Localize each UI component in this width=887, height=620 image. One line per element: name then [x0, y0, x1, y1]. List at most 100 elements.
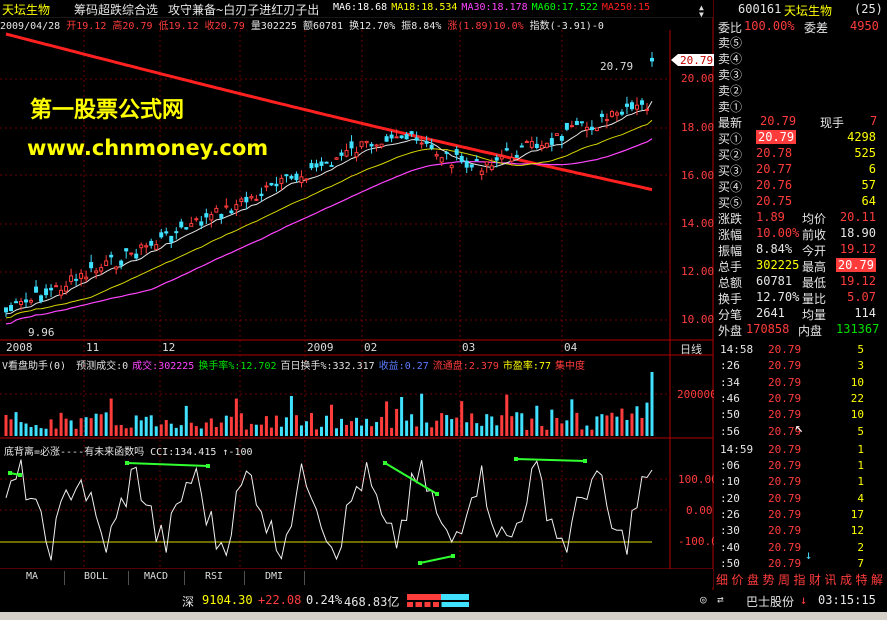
- bid-row[interactable]: 买① 20.79 4298: [716, 130, 882, 146]
- right-tab[interactable]: 价: [732, 571, 744, 588]
- right-tab[interactable]: 讯: [825, 571, 837, 588]
- tick-row: 14:59 20.79 1: [716, 443, 882, 459]
- volume-bar: [520, 413, 524, 436]
- cci-panel-title[interactable]: 底背离=必涨----有未来函数吗: [4, 447, 144, 458]
- volume-bar: [635, 406, 639, 436]
- volume-bar: [355, 417, 359, 436]
- volume-bar: [44, 428, 48, 436]
- right-tab[interactable]: 特: [856, 571, 868, 588]
- right-tab[interactable]: 细: [716, 571, 728, 588]
- right-tab[interactable]: 成: [840, 571, 852, 588]
- tab-macd[interactable]: MACD: [128, 571, 185, 585]
- divergence-point: [206, 464, 210, 468]
- volume-bar: [49, 419, 53, 436]
- index-name[interactable]: 深: [182, 593, 194, 610]
- candle-body: [69, 275, 74, 282]
- volume-bar: [219, 422, 223, 436]
- stat-label: 前收: [802, 228, 827, 242]
- tick-time: 14:59: [720, 442, 754, 456]
- date-axis-unit[interactable]: 日线: [680, 341, 702, 357]
- candle-body: [239, 198, 244, 202]
- bid-row[interactable]: 买③ 20.77 6: [716, 162, 882, 178]
- ask-row[interactable]: 卖①: [716, 98, 882, 114]
- tick-vol: 5: [857, 343, 864, 356]
- candle-body: [494, 157, 499, 161]
- price-axis-label: 16.00: [681, 169, 715, 182]
- ma-legend-item: MA6:18.68: [333, 2, 388, 13]
- bid-row[interactable]: 买⑤ 20.75 64: [716, 194, 882, 210]
- right-tab[interactable]: 解: [871, 571, 883, 588]
- right-tab[interactable]: 势: [763, 571, 775, 588]
- candle-body: [229, 210, 234, 214]
- volume-bar: [390, 427, 394, 436]
- volume-bar: [455, 417, 459, 436]
- candle-body: [539, 145, 544, 149]
- divergence-hidden: [385, 463, 420, 563]
- right-tab[interactable]: 财: [809, 571, 821, 588]
- volume-bar: [475, 423, 479, 436]
- volume-bar: [244, 429, 248, 436]
- right-tab[interactable]: 盘: [747, 571, 759, 588]
- stat-label: 总手: [718, 260, 743, 274]
- candle-body: [599, 113, 604, 117]
- ask-row[interactable]: 卖④: [716, 50, 882, 66]
- stat-label: 今开: [802, 244, 827, 258]
- volume-bar: [249, 423, 253, 436]
- bid-price: 20.78: [756, 146, 793, 160]
- volume-bar: [585, 425, 589, 436]
- volume-panel-title[interactable]: V看盘助手(0): [2, 361, 66, 370]
- volume-bar: [209, 418, 213, 436]
- divergence-point: [18, 473, 22, 477]
- bid-row[interactable]: 买④ 20.76 57: [716, 178, 882, 194]
- tab-ma[interactable]: MA: [0, 571, 65, 585]
- volume-bar: [365, 418, 369, 436]
- candle-body: [39, 295, 44, 302]
- tab-rsi[interactable]: RSI: [184, 571, 245, 585]
- candle-body: [650, 57, 654, 62]
- stat-value: 8.84%: [756, 242, 793, 256]
- status-bar-inner: 深 9104.30 +22.08 0.24% 468.83亿 ◎ ⇄ 巴士股份 …: [0, 590, 887, 612]
- volume-bar: [94, 413, 98, 436]
- ask-row[interactable]: 卖②: [716, 82, 882, 98]
- cci-axis-label: 100.00: [678, 473, 718, 486]
- candle-body: [604, 119, 609, 122]
- volume-bar: [600, 414, 604, 436]
- bid-row[interactable]: 买② 20.78 525: [716, 146, 882, 162]
- candle-body: [154, 244, 159, 250]
- candle-body: [79, 272, 84, 279]
- volume-bar: [420, 393, 424, 436]
- bid-label: 买⑤: [718, 196, 743, 210]
- quote-num: (25): [854, 2, 883, 16]
- tick-price: 20.79: [768, 491, 802, 505]
- ticker-name[interactable]: 巴士股份: [746, 593, 794, 610]
- volume-bar: [179, 425, 183, 436]
- tab-boll[interactable]: BOLL: [64, 571, 129, 585]
- volume-bar: [550, 409, 554, 436]
- right-tab[interactable]: 周: [778, 571, 790, 588]
- volume-panel-item: 预测成交:0: [76, 361, 129, 370]
- last-value: 20.79: [760, 114, 797, 128]
- volume-bar: [114, 425, 118, 436]
- volume-bar: [350, 421, 354, 436]
- candle-body: [534, 143, 539, 149]
- tab-dmi[interactable]: DMI: [244, 571, 305, 585]
- ohlc-amount: 额60781: [302, 21, 344, 30]
- tick-vol: 2: [857, 540, 864, 554]
- date-label: 03: [462, 341, 476, 354]
- divergence-line: [419, 555, 454, 564]
- volume-bar: [149, 415, 153, 436]
- stat-row: 涨幅 10.00% 前收 18.90: [716, 226, 882, 242]
- ask-row[interactable]: 卖③: [716, 66, 882, 82]
- stat-label: 换手: [718, 292, 743, 306]
- stat-value: 19.12: [839, 242, 876, 256]
- right-tab[interactable]: 指: [794, 571, 806, 588]
- stat-value: 2641: [756, 306, 785, 320]
- ask-row[interactable]: 卖⑤: [716, 34, 882, 50]
- candle-body: [474, 159, 479, 162]
- candle-body: [109, 254, 114, 258]
- clock: 03:15:15: [818, 593, 876, 607]
- price-axis-label: 18.00: [681, 121, 715, 134]
- tick-vol: 1: [857, 459, 864, 473]
- tick-row: :30 20.79 12: [716, 524, 882, 540]
- formula-title[interactable]: 筹码超跌综合选: [74, 1, 158, 17]
